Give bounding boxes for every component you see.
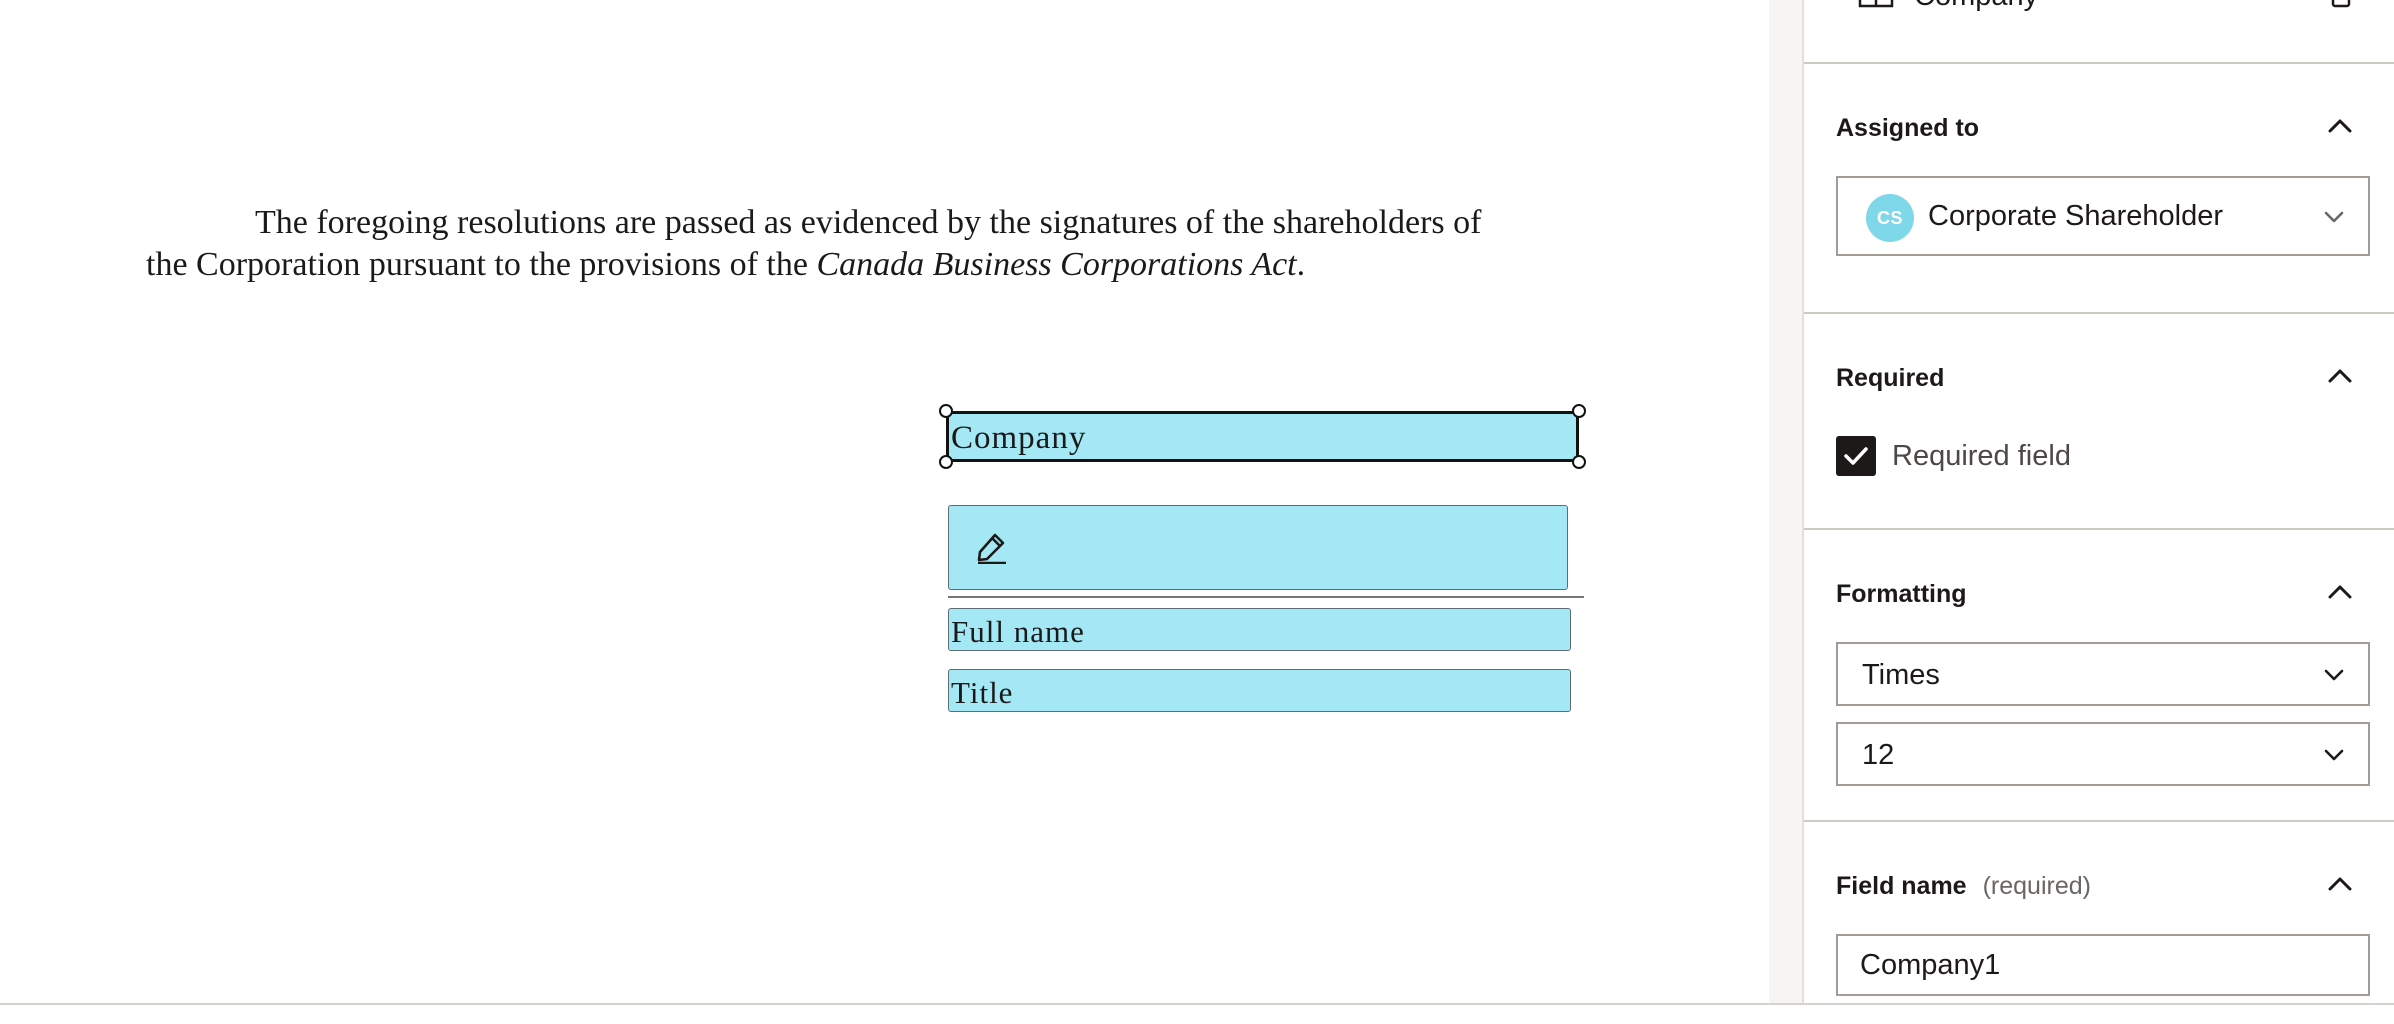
document-gutter — [1769, 0, 1802, 1003]
font-size-value: 12 — [1862, 739, 1895, 771]
required-checkbox[interactable] — [1836, 436, 1876, 476]
assignee-select[interactable]: CS Corporate Shareholder — [1836, 176, 2370, 256]
chevron-up-icon[interactable] — [2326, 870, 2354, 898]
assigned-to-heading: Assigned to — [1836, 114, 1980, 142]
avatar: CS — [1866, 194, 1914, 242]
required-heading: Required — [1836, 364, 1945, 392]
chevron-down-icon — [2324, 669, 2344, 681]
field-name-heading-text: Field name — [1836, 872, 1967, 900]
signature-field[interactable] — [948, 505, 1568, 590]
assignee-name: Corporate Shareholder — [1928, 200, 2224, 232]
paragraph-line-2-text: the Corporation pursuant to the provisio… — [146, 246, 817, 283]
divider — [1804, 312, 2394, 314]
resize-handle-top-left[interactable] — [939, 404, 953, 418]
paragraph-line-2-end: . — [1296, 246, 1306, 283]
checkmark-icon — [1844, 447, 1868, 465]
chevron-down-icon — [2324, 749, 2344, 761]
paragraph-line-2: the Corporation pursuant to the provisio… — [146, 244, 1566, 286]
chevron-up-icon[interactable] — [2326, 578, 2354, 606]
company-field-label: Company — [951, 420, 1087, 456]
divider — [1804, 528, 2394, 530]
chevron-up-icon[interactable] — [2326, 112, 2354, 140]
required-hint: (required) — [1982, 872, 2091, 900]
divider — [1804, 62, 2394, 64]
field-type-label: Company — [1914, 0, 2038, 13]
field-properties-panel: Company Assigned to CS Corporate Shareho… — [1802, 0, 2394, 1003]
act-name: Canada Business Corporations Act — [816, 246, 1297, 283]
pen-icon — [977, 533, 1006, 564]
bottom-bar — [0, 1003, 2394, 1024]
document-canvas[interactable]: The foregoing resolutions are passed as … — [0, 0, 1769, 1003]
full-name-field[interactable]: Full name — [948, 608, 1571, 651]
signature-line — [948, 596, 1584, 598]
full-name-field-label: Full name — [951, 614, 1085, 649]
font-family-value: Times — [1862, 659, 1940, 691]
resize-handle-bottom-right[interactable] — [1572, 455, 1586, 469]
field-type-icon — [1858, 0, 1894, 8]
document-paragraph: The foregoing resolutions are passed as … — [146, 202, 1566, 286]
company-field-selected[interactable]: Company — [939, 404, 1586, 469]
chevron-up-icon[interactable] — [2326, 362, 2354, 390]
font-family-select[interactable]: Times — [1836, 642, 2370, 706]
trash-icon[interactable] — [2330, 0, 2352, 8]
field-name-input[interactable] — [1836, 934, 2370, 996]
chevron-down-icon — [2324, 211, 2344, 223]
divider — [1804, 820, 2394, 822]
title-field-label: Title — [951, 675, 1014, 710]
font-size-select[interactable]: 12 — [1836, 722, 2370, 786]
title-field[interactable]: Title — [948, 669, 1571, 712]
formatting-heading: Formatting — [1836, 580, 1967, 608]
paragraph-line-1: The foregoing resolutions are passed as … — [255, 204, 1482, 241]
field-name-heading: Field name (required) — [1836, 872, 2091, 901]
required-field-label[interactable]: Required field — [1892, 440, 2071, 473]
resize-handle-top-right[interactable] — [1572, 404, 1586, 418]
resize-handle-bottom-left[interactable] — [939, 455, 953, 469]
